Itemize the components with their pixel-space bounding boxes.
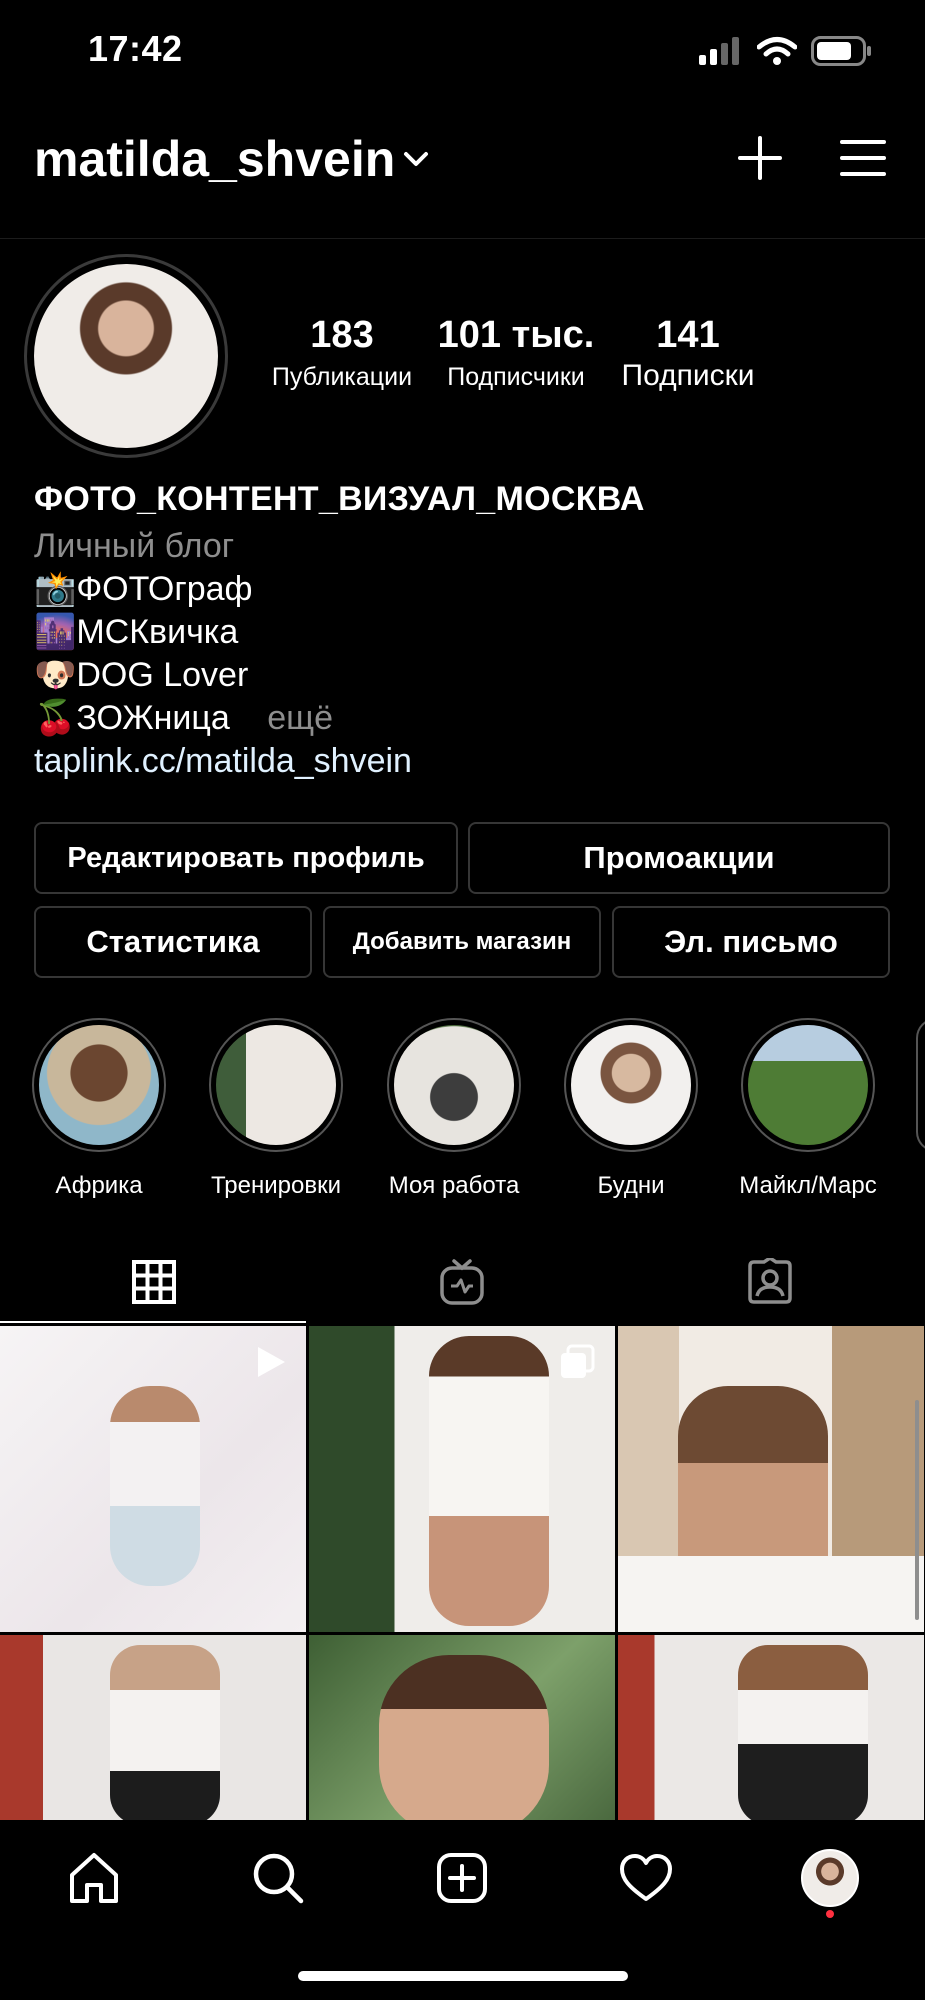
home-indicator (298, 1971, 628, 1981)
edit-profile-button[interactable]: Редактировать профиль (34, 822, 458, 894)
highlight-partial[interactable] (916, 1018, 925, 1152)
promotions-button[interactable]: Промоакции (468, 822, 890, 894)
profile-category: Личный блог (34, 527, 235, 565)
highlight-cover (571, 1025, 691, 1145)
stat-posts-value: 183 (310, 314, 374, 356)
stat-followers-value: 101 тыс. (437, 314, 595, 356)
nav-activity[interactable] (616, 1848, 676, 1908)
profile-bio: ФОТО_КОНТЕНТ_ВИЗУАЛ_МОСКВА Личный блог 📸… (34, 480, 894, 783)
menu-icon[interactable] (840, 138, 886, 178)
highlight-cover (39, 1025, 159, 1145)
stat-following[interactable]: 141 Подписки (608, 314, 768, 393)
bio-more-link[interactable]: ещё (267, 699, 333, 737)
tab-grid[interactable] (0, 1242, 308, 1322)
highlight-label: Будни (597, 1172, 665, 1199)
home-icon (70, 1853, 118, 1903)
status-time: 17:42 (88, 28, 183, 69)
add-shop-button[interactable]: Добавить магазин (323, 906, 601, 978)
highlight-africa[interactable]: Африка (29, 1018, 169, 1200)
grid-icon (132, 1260, 176, 1304)
stat-followers[interactable]: 101 тыс. Подписчики (436, 314, 596, 392)
nav-profile[interactable] (798, 1846, 862, 1910)
active-tab-indicator (0, 1321, 306, 1323)
bio-website-link[interactable]: taplink.cc/matilda_shvein (34, 740, 894, 783)
highlight-michael-mars[interactable]: Майкл/Марс (738, 1018, 878, 1200)
profile-avatar[interactable] (24, 254, 228, 458)
new-post-plus-icon[interactable] (736, 134, 784, 182)
add-post-icon (437, 1853, 487, 1903)
highlight-cover (394, 1025, 514, 1145)
highlight-label: Моя работа (388, 1172, 520, 1199)
post-thumbnail[interactable] (309, 1326, 615, 1632)
battery-icon (811, 36, 871, 66)
account-switcher[interactable]: matilda_shvein (34, 130, 429, 188)
nav-search[interactable] (248, 1848, 308, 1908)
carousel-icon (561, 1344, 595, 1378)
stat-following-value: 141 (656, 314, 720, 356)
scrollbar[interactable] (915, 1400, 919, 1620)
nav-create[interactable] (432, 1848, 492, 1908)
avatar-photo (34, 264, 218, 448)
bio-line: 🍒ЗОЖница (34, 699, 230, 737)
highlight-label: Африка (55, 1172, 143, 1199)
stat-posts-label: Публикации (271, 363, 413, 391)
highlight-cover (748, 1025, 868, 1145)
chevron-down-icon (404, 152, 429, 166)
bio-line: 🌆МСКвичка (34, 613, 239, 651)
highlight-label: Тренировки (210, 1172, 342, 1199)
highlight-everyday[interactable]: Будни (561, 1018, 701, 1200)
wifi-icon (757, 37, 797, 65)
nav-home[interactable] (64, 1848, 124, 1908)
tagged-person-icon (748, 1258, 792, 1304)
search-icon (253, 1853, 304, 1904)
profile-avatar-icon (801, 1849, 859, 1907)
stat-following-label: Подписки (621, 359, 755, 392)
highlight-my-work[interactable]: Моя работа (384, 1018, 524, 1200)
post-thumbnail[interactable] (618, 1326, 924, 1632)
tab-tagged[interactable] (616, 1242, 924, 1322)
notification-dot (826, 1910, 834, 1918)
post-thumbnail[interactable] (0, 1326, 306, 1632)
bio-line: 🐶DOG Lover (34, 656, 249, 694)
profile-name: ФОТО_КОНТЕНТ_ВИЗУАЛ_МОСКВА (34, 480, 645, 518)
tab-igtv[interactable] (308, 1242, 616, 1322)
heart-icon (620, 1854, 672, 1901)
statistics-button[interactable]: Статистика (34, 906, 312, 978)
highlight-workouts[interactable]: Тренировки (206, 1018, 346, 1200)
igtv-icon (440, 1259, 484, 1305)
bio-line: 📸ФОТОграф (34, 570, 253, 608)
highlight-label: Майкл/Марс (739, 1172, 877, 1199)
status-icons (699, 36, 873, 66)
username-title: matilda_shvein (34, 131, 396, 187)
stat-followers-label: Подписчики (447, 363, 585, 391)
signal-icon (699, 37, 739, 65)
video-play-icon (258, 1347, 285, 1377)
stat-posts[interactable]: 183 Публикации (262, 314, 422, 392)
highlight-cover (216, 1025, 336, 1145)
email-button[interactable]: Эл. письмо (612, 906, 890, 978)
